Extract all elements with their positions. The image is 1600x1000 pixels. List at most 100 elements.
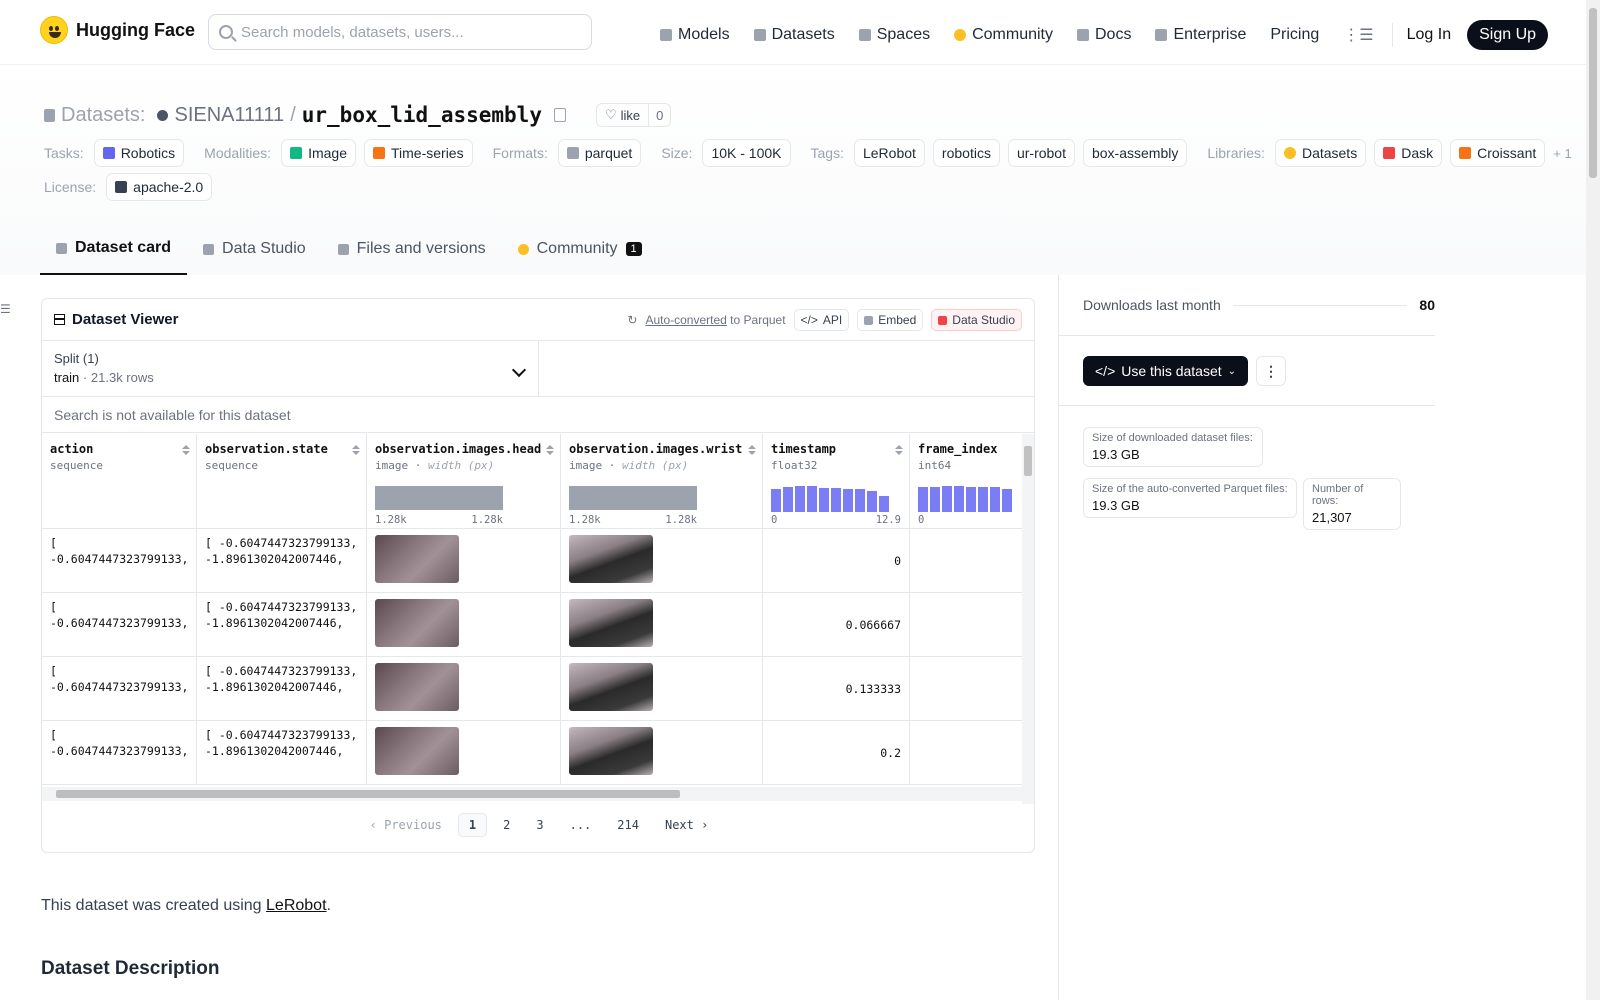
histogram-bar[interactable] bbox=[990, 487, 1000, 512]
cell-image-wrist[interactable] bbox=[561, 529, 763, 592]
histogram-bar[interactable] bbox=[807, 486, 817, 512]
split-selector[interactable]: Split (1) train · 21.3k rows bbox=[42, 341, 539, 396]
table-row[interactable]: [-0.6047447323799133,[ -0.60474473237991… bbox=[42, 657, 1024, 721]
cell-timestamp[interactable]: 0.133333 bbox=[763, 657, 910, 720]
sort-icon[interactable] bbox=[352, 445, 360, 455]
nav-community[interactable]: Community bbox=[954, 26, 1053, 44]
more-options-button[interactable]: ⋮ bbox=[1256, 356, 1286, 386]
cell-action[interactable]: [-0.6047447323799133, bbox=[42, 657, 197, 720]
sort-icon[interactable] bbox=[546, 445, 554, 455]
next-page[interactable]: Next › bbox=[655, 814, 718, 836]
use-dataset-button[interactable]: </> Use this dataset ⌄ bbox=[1083, 356, 1249, 386]
lerobot-link[interactable]: LeRobot bbox=[266, 897, 327, 914]
histogram-bar[interactable] bbox=[1002, 488, 1012, 512]
cell-state[interactable]: [ -0.6047447323799133, -1.896130204200744… bbox=[197, 529, 367, 592]
login-link[interactable]: Log In bbox=[1407, 26, 1451, 44]
head-camera-thumbnail[interactable] bbox=[375, 663, 459, 711]
cell-image-head[interactable] bbox=[367, 529, 561, 592]
histogram-bar[interactable] bbox=[831, 488, 841, 512]
tag-ur-robot[interactable]: ur-robot bbox=[1007, 139, 1075, 167]
histogram-bar[interactable] bbox=[966, 487, 976, 512]
tab-files[interactable]: Files and versions bbox=[322, 223, 502, 275]
dataset-owner[interactable]: SIENA11111 bbox=[174, 104, 284, 127]
sort-icon[interactable] bbox=[748, 445, 756, 455]
page-3[interactable]: 3 bbox=[526, 814, 553, 836]
page-2[interactable]: 2 bbox=[493, 814, 520, 836]
tag-robotics-keyword[interactable]: robotics bbox=[932, 139, 1000, 167]
nav-docs[interactable]: Docs bbox=[1077, 26, 1131, 44]
cell-frame-index[interactable] bbox=[910, 657, 1024, 720]
histogram-bar[interactable] bbox=[954, 486, 964, 512]
page-1[interactable]: 1 bbox=[457, 813, 488, 837]
tag-size[interactable]: 10K - 100K bbox=[702, 139, 791, 167]
nav-datasets[interactable]: Datasets bbox=[753, 26, 835, 44]
like-button[interactable]: ♡ like 0 bbox=[595, 103, 672, 127]
head-camera-thumbnail[interactable] bbox=[375, 727, 459, 775]
cell-state[interactable]: [ -0.6047447323799133, -1.896130204200744… bbox=[197, 657, 367, 720]
histogram-bar[interactable] bbox=[942, 486, 952, 512]
cell-action[interactable]: [-0.6047447323799133, bbox=[42, 529, 197, 592]
tag-image[interactable]: Image bbox=[281, 139, 356, 167]
histogram-bar[interactable] bbox=[819, 488, 829, 512]
cell-action[interactable]: [-0.6047447323799133, bbox=[42, 593, 197, 656]
cell-image-head[interactable] bbox=[367, 657, 561, 720]
global-search[interactable] bbox=[208, 14, 592, 50]
toc-toggle-icon[interactable]: ☰ bbox=[0, 302, 11, 316]
logo[interactable]: Hugging Face bbox=[40, 16, 195, 44]
wrist-camera-thumbnail[interactable] bbox=[569, 727, 653, 775]
cell-frame-index[interactable] bbox=[910, 593, 1024, 656]
cell-image-wrist[interactable] bbox=[561, 593, 763, 656]
lib-croissant[interactable]: Croissant bbox=[1450, 139, 1546, 167]
wrist-camera-thumbnail[interactable] bbox=[569, 663, 653, 711]
cell-timestamp[interactable]: 0.066667 bbox=[763, 593, 910, 656]
table-row[interactable]: [-0.6047447323799133,[ -0.60474473237991… bbox=[42, 593, 1024, 657]
search-input[interactable] bbox=[241, 23, 561, 41]
copy-icon[interactable] bbox=[553, 108, 566, 122]
cell-state[interactable]: [ -0.6047447323799133, -1.896130204200744… bbox=[197, 721, 367, 784]
tag-robotics[interactable]: Robotics bbox=[93, 139, 185, 167]
libraries-more[interactable]: + 1 bbox=[1553, 146, 1571, 161]
vertical-scrollbar[interactable] bbox=[1022, 434, 1034, 804]
wrist-camera-thumbnail[interactable] bbox=[569, 535, 653, 583]
histogram-bar[interactable] bbox=[843, 488, 853, 512]
histogram-bar[interactable] bbox=[783, 487, 793, 512]
cell-action[interactable]: [-0.6047447323799133, bbox=[42, 721, 197, 784]
histogram-bar[interactable] bbox=[855, 489, 865, 512]
dataset-name[interactable]: ur_box_lid_assembly bbox=[302, 103, 542, 127]
auto-converted-link[interactable]: Auto-converted bbox=[645, 313, 726, 327]
tag-license[interactable]: apache-2.0 bbox=[106, 173, 213, 201]
cell-image-head[interactable] bbox=[367, 593, 561, 656]
more-menu-icon[interactable]: ⋮☰ bbox=[1343, 25, 1373, 45]
nav-pricing[interactable]: Pricing bbox=[1270, 26, 1319, 44]
tag-parquet[interactable]: parquet bbox=[557, 139, 642, 167]
histogram-bar[interactable] bbox=[978, 487, 988, 512]
cell-image-head[interactable] bbox=[367, 721, 561, 784]
tab-data-studio[interactable]: Data Studio bbox=[187, 223, 322, 275]
histogram-bar[interactable] bbox=[879, 496, 889, 512]
previous-page[interactable]: ‹ Previous bbox=[360, 814, 452, 836]
column-observation-state[interactable]: observation.state sequence bbox=[197, 434, 367, 528]
histogram-bar[interactable] bbox=[918, 487, 928, 512]
signup-button[interactable]: Sign Up bbox=[1467, 20, 1549, 50]
lib-datasets[interactable]: Datasets bbox=[1274, 139, 1367, 167]
column-action[interactable]: action sequence bbox=[42, 434, 197, 528]
cell-state[interactable]: [ -0.6047447323799133, -1.896130204200744… bbox=[197, 593, 367, 656]
tag-time-series[interactable]: Time-series bbox=[364, 139, 473, 167]
embed-button[interactable]: Embed bbox=[857, 309, 924, 331]
column-images-head[interactable]: observation.images.head image · width (p… bbox=[367, 434, 561, 528]
head-camera-thumbnail[interactable] bbox=[375, 535, 459, 583]
tab-dataset-card[interactable]: Dataset card bbox=[40, 223, 188, 275]
histogram-bar[interactable] bbox=[867, 490, 877, 512]
cell-timestamp[interactable]: 0 bbox=[763, 529, 910, 592]
nav-enterprise[interactable]: Enterprise bbox=[1155, 26, 1246, 44]
histogram-bar[interactable] bbox=[930, 487, 940, 512]
lib-dask[interactable]: Dask bbox=[1374, 139, 1443, 167]
datasets-breadcrumb[interactable]: Datasets: bbox=[61, 104, 145, 127]
cell-image-wrist[interactable] bbox=[561, 721, 763, 784]
cell-frame-index[interactable] bbox=[910, 721, 1024, 784]
cell-image-wrist[interactable] bbox=[561, 657, 763, 720]
nav-spaces[interactable]: Spaces bbox=[858, 26, 930, 44]
page-214[interactable]: 214 bbox=[607, 814, 649, 836]
table-row[interactable]: [-0.6047447323799133,[ -0.60474473237991… bbox=[42, 529, 1024, 593]
cell-timestamp[interactable]: 0.2 bbox=[763, 721, 910, 784]
